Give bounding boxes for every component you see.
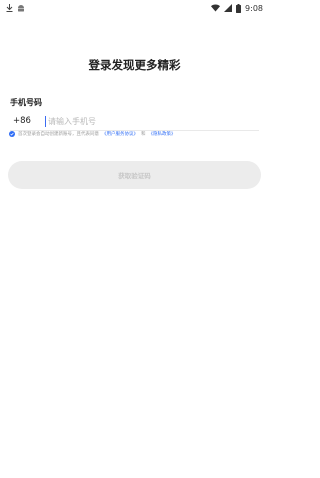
country-code-selector[interactable]: +86 <box>10 116 45 126</box>
android-icon <box>17 4 25 12</box>
status-bar-left <box>0 4 25 12</box>
phone-input-row: +86 <box>10 112 259 131</box>
agreement-conjunction: 和 <box>141 132 146 137</box>
phone-number-input[interactable] <box>45 115 248 127</box>
battery-icon <box>236 3 242 13</box>
download-icon <box>6 4 13 12</box>
agreement-text: 首次登录会自动创建新账号，且代表同意 <box>18 132 99 137</box>
get-verification-code-button[interactable]: 获取验证码 <box>8 161 261 189</box>
cell-signal-icon <box>224 4 233 12</box>
wifi-icon <box>211 4 221 12</box>
page-title: 登录发现更多精彩 <box>88 58 181 72</box>
status-bar: 9:08 <box>0 0 269 16</box>
checkmark-icon <box>10 132 14 136</box>
phone-field-label: 手机号码 <box>10 98 42 107</box>
status-time: 9:08 <box>245 3 263 13</box>
agreement-checkbox[interactable] <box>9 131 15 137</box>
agreement-row: 首次登录会自动创建新账号，且代表同意 《用户服务协议》 和 《隐私政策》 <box>9 131 264 137</box>
user-agreement-link[interactable]: 《用户服务协议》 <box>102 131 138 137</box>
status-bar-right: 9:08 <box>211 3 269 13</box>
privacy-policy-link[interactable]: 《隐私政策》 <box>149 131 176 137</box>
